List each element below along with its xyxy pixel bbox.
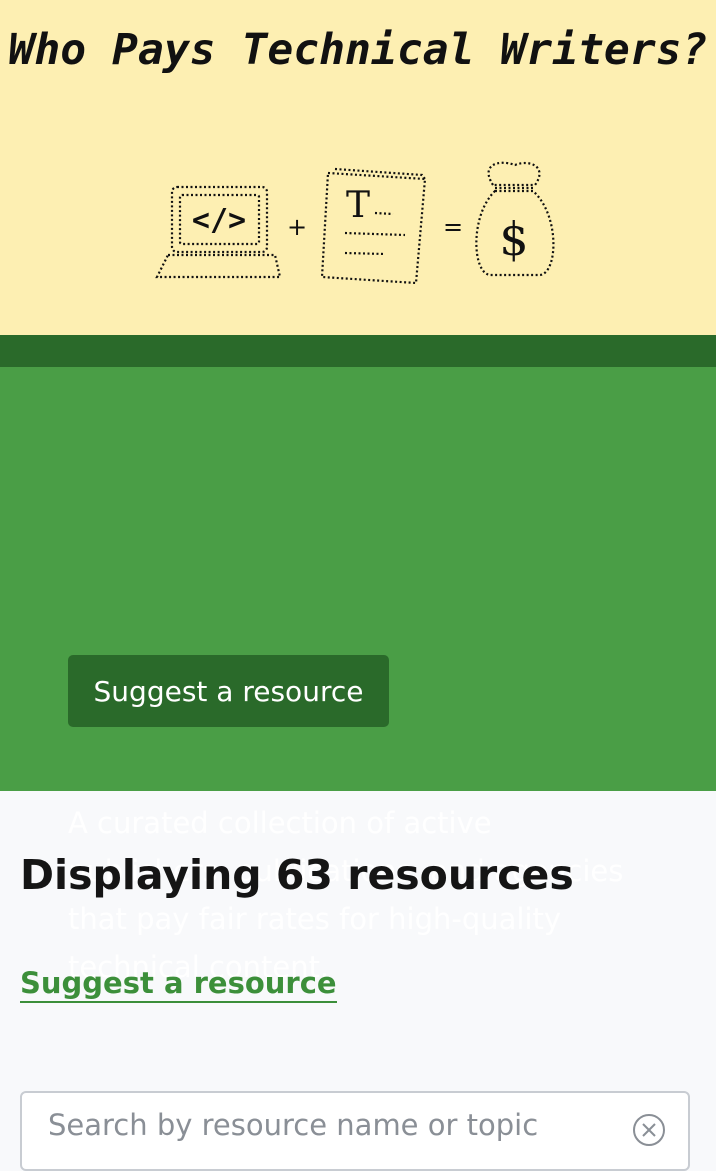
dollar-symbol: $ (499, 212, 528, 266)
results-count: Displaying 63 resources (20, 851, 574, 899)
clear-icon[interactable] (632, 1113, 666, 1147)
document-icon (320, 167, 427, 285)
code-symbol: </> (192, 203, 246, 238)
results-section: Displaying 63 resources Suggest a resour… (0, 791, 716, 1171)
page-title: Who Pays Technical Writers? (8, 25, 708, 75)
divider-band (0, 335, 716, 367)
intro-section: A curated collection of active publisher… (0, 367, 716, 984)
plus-symbol: + (287, 213, 307, 241)
suggest-resource-link[interactable]: Suggest a resource (20, 965, 337, 1003)
hero-header: Who Pays Technical Writers? </> + T = $ (0, 0, 716, 335)
equals-symbol: = (443, 213, 463, 241)
hero-illustration: </> + T = $ (155, 161, 555, 285)
doc-letter: T (346, 185, 370, 226)
suggest-resource-button[interactable]: Suggest a resource (68, 655, 389, 727)
search-box (20, 1091, 690, 1171)
search-input[interactable] (46, 1107, 610, 1143)
